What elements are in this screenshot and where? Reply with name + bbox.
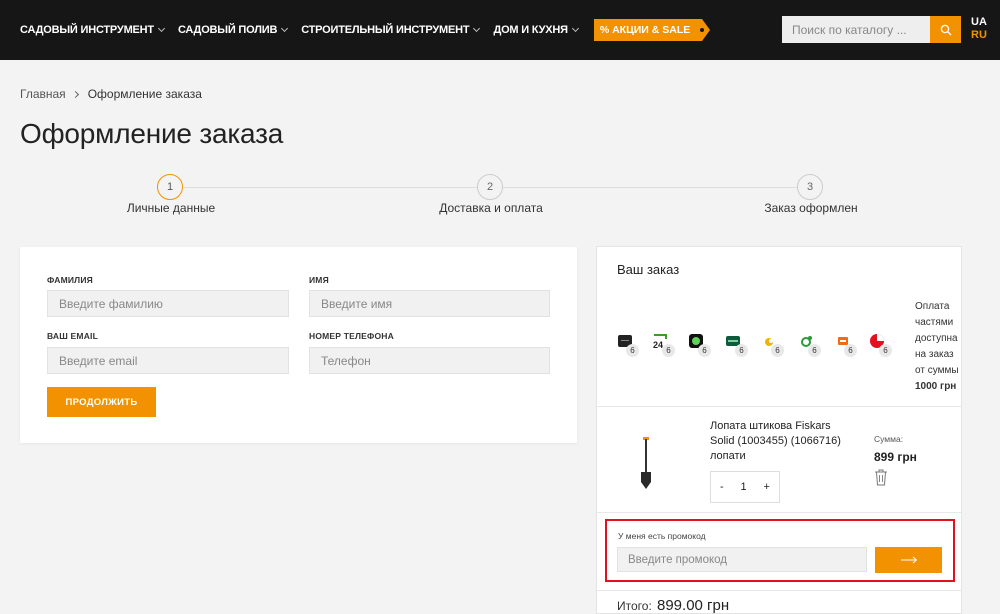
first-name-label: ИМЯ: [309, 275, 329, 285]
chevron-down-icon: [157, 24, 165, 33]
breadcrumb-home[interactable]: Главная: [20, 87, 66, 101]
divider: [597, 406, 961, 407]
first-name-field[interactable]: [309, 290, 550, 317]
quantity-value[interactable]: 1: [741, 481, 747, 493]
phone-field[interactable]: [309, 347, 550, 374]
nav-home-kitchen-label: ДОМ И КУХНЯ: [493, 24, 568, 36]
search-input[interactable]: [782, 16, 930, 43]
promo-code-label: У меня есть промокод: [618, 531, 706, 541]
quantity-stepper: - 1 +: [710, 471, 780, 503]
nav-garden-watering-label: САДОВЫЙ ПОЛИВ: [177, 24, 278, 36]
shovel-product-image[interactable]: [635, 436, 657, 490]
step-2-label: Доставка и оплата: [439, 201, 543, 215]
abank-installments: 6: [698, 344, 711, 357]
last-name-label: ФАМИЛИЯ: [47, 275, 93, 285]
phone-label: НОМЕР ТЕЛЕФОНА: [309, 331, 394, 341]
nav-construction-tools[interactable]: СТРОИТЕЛЬНЫЙ ИНСТРУМЕНТ: [301, 24, 481, 36]
search-button[interactable]: [930, 16, 961, 43]
order-summary: Ваш заказ 6 24 6 6 6 6 6 6 6 Оплата част…: [596, 246, 962, 614]
step-3-label: Заказ оформлен: [764, 201, 858, 215]
chevron-down-icon: [281, 24, 289, 33]
installment-note-text: Оплата частями доступна на заказ от сумм…: [915, 301, 959, 376]
tag-hole-icon: [700, 28, 705, 32]
email-field[interactable]: [47, 347, 289, 374]
sense-bank-installments: 6: [771, 344, 784, 357]
page-title: Оформление заказа: [20, 118, 284, 149]
monobank-installments: 6: [626, 344, 639, 357]
order-title: Ваш заказ: [617, 262, 680, 277]
installment-min-sum: 1000 грн: [915, 381, 957, 392]
product-name[interactable]: Лопата штикова Fiskars Solid (1003455) (…: [710, 419, 850, 464]
nav-garden-tools[interactable]: САДОВЫЙ ИНСТРУМЕНТ: [20, 24, 165, 36]
chevron-down-icon: [473, 24, 481, 33]
top-navigation-bar: САДОВЫЙ ИНСТРУМЕНТ САДОВЫЙ ПОЛИВ СТРОИТЕ…: [0, 0, 1000, 60]
product-price: 899 грн: [874, 450, 917, 464]
lang-ru[interactable]: RU: [971, 29, 987, 42]
chevron-right-icon: [71, 90, 79, 98]
ukrsibbank-installments: 6: [879, 344, 892, 357]
step-1-number: 1: [157, 174, 183, 200]
pumb-installments: 6: [735, 344, 748, 357]
nav-garden-watering[interactable]: САДОВЫЙ ПОЛИВ: [177, 24, 289, 36]
chevron-down-icon: [571, 24, 579, 33]
privatbank-installments: 6: [662, 344, 675, 357]
total-label: Итого:: [617, 599, 652, 613]
quantity-increase-button[interactable]: +: [764, 481, 770, 493]
step-3-number: 3: [797, 174, 823, 200]
language-switcher: UA RU: [971, 16, 987, 42]
promo-code-section: У меня есть промокод: [605, 519, 955, 582]
continue-button[interactable]: ПРОДОЛЖИТЬ: [47, 387, 156, 417]
breadcrumb: Главная Оформление заказа: [20, 87, 202, 101]
sale-link-label: % АКЦИИ & SALE: [599, 24, 691, 36]
apply-promo-button[interactable]: [875, 547, 942, 573]
divider: [597, 512, 961, 513]
search-icon: [940, 24, 951, 35]
arrow-right-icon: [900, 556, 917, 564]
nav-home-kitchen[interactable]: ДОМ И КУХНЯ: [493, 24, 579, 36]
step-1-label: Личные данные: [126, 201, 216, 215]
lang-ua[interactable]: UA: [971, 16, 987, 29]
otp-bank-installments: 6: [844, 344, 857, 357]
installment-note: Оплата частями доступна на заказ от сумм…: [915, 299, 961, 395]
total-value: 899.00 грн: [657, 597, 730, 614]
personal-data-form: ФАМИЛИЯ ИМЯ ВАШ EMAIL НОМЕР ТЕЛЕФОНА ПРО…: [20, 247, 577, 443]
breadcrumb-current: Оформление заказа: [87, 87, 202, 101]
promo-code-input[interactable]: [617, 547, 867, 572]
main-menu: САДОВЫЙ ИНСТРУМЕНТ САДОВЫЙ ПОЛИВ СТРОИТЕ…: [20, 0, 711, 60]
oschadbank-installments: 6: [808, 344, 821, 357]
divider: [597, 590, 961, 591]
nav-construction-tools-label: СТРОИТЕЛЬНЫЙ ИНСТРУМЕНТ: [301, 24, 470, 36]
sum-label: Сумма:: [874, 434, 904, 444]
nav-garden-tools-label: САДОВЫЙ ИНСТРУМЕНТ: [20, 24, 154, 36]
last-name-field[interactable]: [47, 290, 289, 317]
quantity-decrease-button[interactable]: -: [720, 481, 724, 493]
email-label: ВАШ EMAIL: [47, 331, 98, 341]
sale-link[interactable]: % АКЦИИ & SALE: [593, 19, 711, 41]
step-2-number: 2: [477, 174, 503, 200]
trash-icon[interactable]: [874, 469, 888, 486]
